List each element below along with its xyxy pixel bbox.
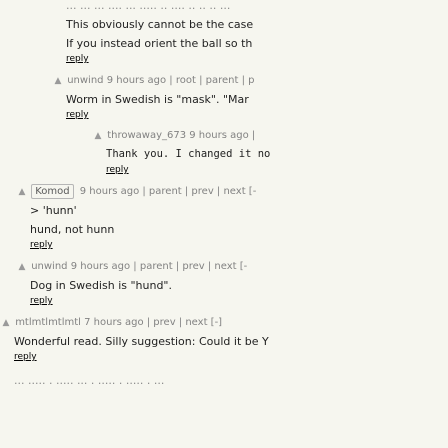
upvote-arrow-icon[interactable]: ▲ [52, 72, 64, 91]
upvote-arrow-icon[interactable]: ▲ [92, 127, 104, 146]
comment-text: Worm in Swedish is "mask". "Mar [66, 93, 249, 106]
comment-text: This obviously cannot be the case [66, 18, 254, 31]
upvote-arrow-icon[interactable]: ▲ [16, 183, 28, 202]
comment-meta: 7 hours ago | prev | next [-] [84, 317, 223, 328]
comment-user[interactable]: unwind [67, 75, 103, 86]
comment-meta: 9 hours ago | parent | prev | next [- [79, 186, 257, 197]
comment-text: > 'hunn' [30, 204, 77, 217]
comment-header-partial: ··· ····· · ····· ··· · ····· · ····· · … [14, 377, 165, 390]
comment-meta: 9 hours ago | parent | prev | next [- [70, 261, 248, 272]
comment-header-partial: ... ... ... .... ... ..... .. .... .. ..… [66, 0, 231, 12]
comment-partial: ··· ····· · ····· ··· · ····· · ····· · … [14, 374, 448, 393]
comment-meta: 9 hours ago | [189, 130, 256, 141]
comment: ... ... ... .... ... ..... .. .... .. ..… [66, 0, 448, 68]
comment-header: ▲ unwind 9 hours ago | parent | prev | n… [19, 257, 448, 276]
comment-text: hund, not hunn [30, 223, 115, 236]
comment-text: Thank you. I changed it no [106, 148, 271, 160]
comment: ▲ unwind 9 hours ago | parent | prev | n… [19, 257, 448, 310]
comment: ▲ unwind 9 hours ago | root | parent | p… [55, 71, 448, 124]
comment-text: If you instead orient the ball so th [66, 37, 253, 50]
comment-user[interactable]: mtlmtlmtlmtl [15, 317, 81, 328]
reply-link[interactable]: reply [106, 164, 448, 179]
upvote-arrow-icon[interactable]: ▲ [16, 258, 28, 277]
comment: ▲ throwaway_673 9 hours ago | Thank you.… [95, 126, 448, 179]
comment-meta: 9 hours ago | root | parent | p [106, 75, 255, 86]
reply-link[interactable]: reply [66, 53, 448, 68]
upvote-arrow-icon[interactable]: ▲ [0, 314, 12, 333]
comment-header: ▲ mtlmtlmtlmtl 7 hours ago | prev | next… [3, 313, 448, 332]
comment-user[interactable]: Komod [31, 184, 74, 199]
comment: ▲ Komod 9 hours ago | parent | prev | ne… [19, 182, 448, 254]
reply-link[interactable]: reply [30, 295, 448, 310]
comment-header: ▲ Komod 9 hours ago | parent | prev | ne… [19, 182, 448, 201]
reply-link[interactable]: reply [30, 239, 448, 254]
comment-text: Wonderful read. Silly suggestion: Could … [14, 335, 269, 348]
comment-user[interactable]: unwind [31, 261, 67, 272]
comment-user[interactable]: throwaway_673 [107, 130, 186, 141]
comment-text: Dog in Swedish is "hund". [30, 279, 172, 292]
reply-link[interactable]: reply [14, 351, 448, 366]
comment-thread: ... ... ... .... ... ..... .. .... .. ..… [0, 0, 448, 448]
comment: ▲ mtlmtlmtlmtl 7 hours ago | prev | next… [3, 313, 448, 366]
comment-header: ▲ unwind 9 hours ago | root | parent | p [55, 71, 448, 90]
reply-link[interactable]: reply [66, 109, 448, 124]
comment-header: ▲ throwaway_673 9 hours ago | [95, 126, 448, 145]
